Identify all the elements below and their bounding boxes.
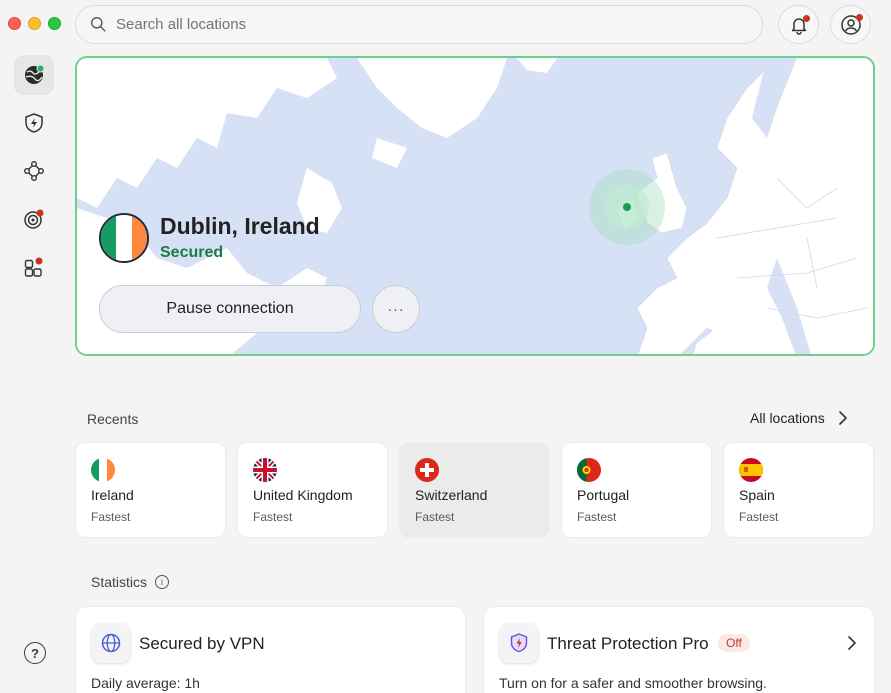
recent-location-card[interactable]: Ireland Fastest: [75, 442, 226, 538]
recent-server: Fastest: [577, 510, 617, 524]
recent-server: Fastest: [91, 510, 131, 524]
recent-country: Portugal: [577, 487, 630, 503]
portugal-flag-icon: [577, 458, 601, 482]
spain-flag-icon: [739, 458, 763, 482]
chevron-right-icon: [838, 411, 847, 425]
daily-average-value: 1h: [184, 675, 200, 691]
vpn-stats-title: Secured by VPN: [139, 634, 265, 653]
minimize-window-button[interactable]: [28, 17, 41, 30]
ireland-flag-icon: [99, 213, 149, 263]
account-button[interactable]: [830, 5, 871, 44]
daily-average-label: Daily average:: [91, 675, 185, 691]
window-controls: [8, 17, 61, 30]
ireland-flag-icon: [91, 458, 115, 482]
info-icon[interactable]: i: [155, 575, 170, 589]
sidebar-item-apps[interactable]: [14, 247, 54, 287]
pause-connection-button[interactable]: Pause connection: [99, 285, 361, 333]
recent-location-card[interactable]: United Kingdom Fastest: [237, 442, 388, 538]
threat-protection-card[interactable]: Threat Protection Pro Off Turn on for a …: [483, 606, 875, 693]
close-window-button[interactable]: [8, 17, 21, 30]
status-badge: Off: [718, 634, 750, 652]
statistics-label: Statistics: [91, 574, 148, 590]
search-icon: [91, 17, 106, 32]
search-input[interactable]: [116, 16, 716, 33]
threat-protection-title: Threat Protection Pro: [547, 634, 709, 653]
notifications-button[interactable]: [778, 5, 819, 44]
connection-map-card: Dublin, Ireland Secured Pause connection…: [75, 56, 875, 356]
more-icon: ···: [387, 301, 405, 317]
notification-badge: [803, 15, 810, 22]
recent-server: Fastest: [415, 510, 455, 524]
info-label: i: [161, 577, 164, 587]
statistics-heading: Statistics i: [91, 574, 170, 590]
account-badge: [856, 14, 863, 21]
chevron-right-icon[interactable]: [848, 636, 856, 650]
sidebar-item-meshnet[interactable]: [14, 151, 54, 191]
vpn-stats-card[interactable]: Secured by VPN Daily average: 1h: [75, 606, 466, 693]
globe-icon: [25, 64, 45, 84]
vpn-daily-average: Daily average: 1h: [91, 675, 200, 691]
sidebar-item-locations[interactable]: [14, 55, 54, 95]
more-options-button[interactable]: ···: [372, 285, 420, 333]
meshnet-icon: [24, 161, 44, 181]
apps-icon: [24, 257, 43, 277]
sidebar-item-dark-web-monitor[interactable]: [14, 199, 54, 239]
vpn-globe-icon: [91, 623, 131, 663]
all-locations-label: All locations: [750, 410, 825, 426]
threat-protection-icon: [25, 113, 43, 133]
recent-country: Spain: [739, 487, 775, 503]
threat-shield-icon: [499, 623, 539, 663]
switzerland-flag-icon: [415, 458, 439, 482]
dark-web-monitor-icon: [24, 209, 44, 229]
sidebar-item-threat-protection[interactable]: [14, 103, 54, 143]
recent-location-card[interactable]: Portugal Fastest: [561, 442, 712, 538]
search-bar[interactable]: [75, 5, 763, 44]
recent-country: Ireland: [91, 487, 134, 503]
all-locations-link[interactable]: All locations: [750, 410, 847, 426]
connected-location: Dublin, Ireland: [160, 213, 320, 239]
recent-location-card[interactable]: Switzerland Fastest: [399, 442, 550, 538]
recents-heading: Recents: [87, 411, 139, 427]
help-label: ?: [31, 645, 39, 661]
sidebar: [14, 55, 56, 295]
connection-status: Secured: [160, 244, 224, 261]
recent-country: Switzerland: [415, 487, 488, 503]
recent-country: United Kingdom: [253, 487, 353, 503]
help-button[interactable]: ?: [24, 642, 46, 664]
threat-protection-description: Turn on for a safer and smoother browsin…: [499, 675, 767, 691]
recent-server: Fastest: [253, 510, 293, 524]
recent-server: Fastest: [739, 510, 779, 524]
uk-flag-icon: [253, 458, 277, 482]
recent-location-card[interactable]: Spain Fastest: [723, 442, 874, 538]
maximize-window-button[interactable]: [48, 17, 61, 30]
